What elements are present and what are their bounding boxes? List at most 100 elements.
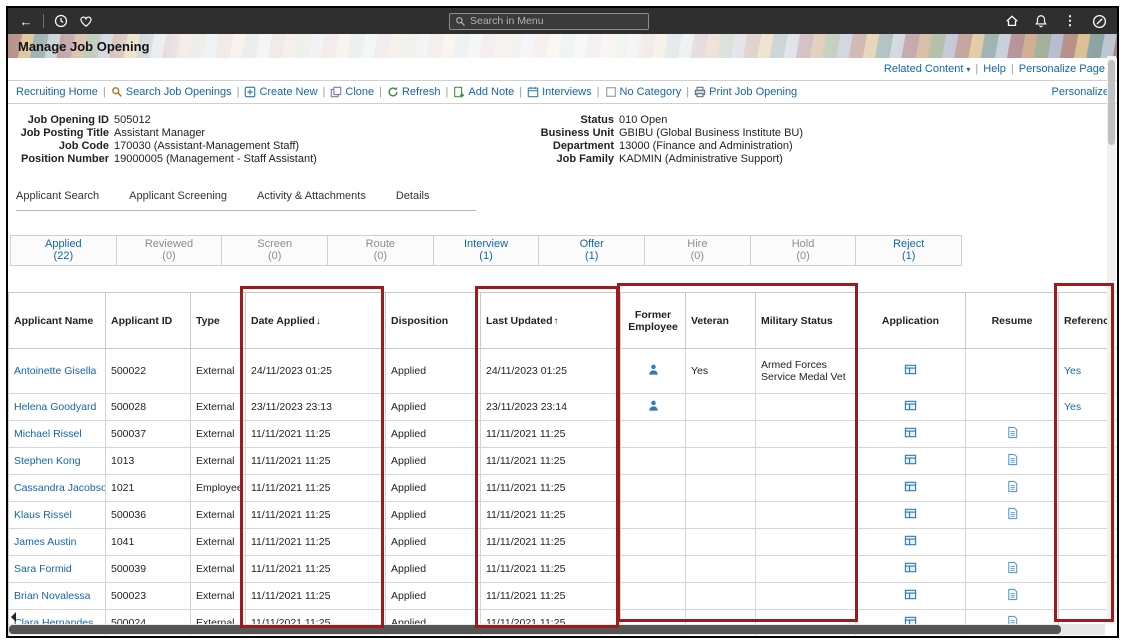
actions-kebab-icon[interactable]: ⋮: [1062, 13, 1078, 29]
military-status-cell: [756, 394, 856, 421]
resume-link[interactable]: [1006, 511, 1019, 523]
horizontal-scrollbar[interactable]: [9, 624, 1105, 635]
personalize-page-link[interactable]: Personalize Page: [1019, 63, 1105, 75]
toolbar-link-no-category[interactable]: No Category: [605, 86, 682, 98]
toolbar-link-add-note[interactable]: Add Note: [453, 86, 514, 98]
applicant-name-link[interactable]: James Austin: [14, 536, 76, 548]
application-link[interactable]: [904, 484, 917, 496]
vertical-scrollbar-thumb[interactable]: [1108, 60, 1115, 145]
applicant-name-link[interactable]: Michael Rissel: [14, 428, 82, 440]
application-link[interactable]: [904, 367, 917, 379]
separator: |: [975, 63, 978, 75]
column-header-veteran[interactable]: Veteran: [686, 293, 756, 349]
toolbar-link-interviews[interactable]: Interviews: [527, 86, 592, 98]
toolbar-links: Recruiting Home|Search Job Openings|Crea…: [16, 86, 1038, 98]
toolbar-link-search-job-openings[interactable]: Search Job Openings: [111, 86, 232, 98]
applicant-name-cell: Cassandra Jacobson: [9, 475, 106, 502]
application-link[interactable]: [904, 430, 917, 442]
global-search[interactable]: [449, 13, 649, 30]
column-header-label: Disposition: [391, 315, 448, 327]
horizontal-scrollbar-thumb[interactable]: [9, 625, 1061, 634]
column-header-former-employee[interactable]: Former Employee: [621, 293, 686, 349]
applicant-name-cell: Michael Rissel: [9, 421, 106, 448]
status-filter-offer[interactable]: Offer(1): [539, 235, 645, 266]
application-link[interactable]: [904, 511, 917, 523]
column-header-military-status[interactable]: Military Status: [756, 293, 856, 349]
toolbar-link-recruiting-home[interactable]: Recruiting Home: [16, 86, 98, 98]
toolbar-link-create-new[interactable]: Create New: [244, 86, 317, 98]
status-filter-hire[interactable]: Hire(0): [645, 235, 751, 266]
column-header-type[interactable]: Type: [191, 293, 246, 349]
related-content-link[interactable]: Related Content▾: [884, 63, 971, 75]
column-header-label: Type: [196, 315, 220, 327]
application-link[interactable]: [904, 538, 917, 550]
veteran-cell: [686, 421, 756, 448]
status-filter-reject[interactable]: Reject(1): [856, 235, 962, 266]
reference-link[interactable]: Yes: [1064, 365, 1081, 377]
tab-activity-attachments[interactable]: Activity & Attachments: [257, 190, 366, 202]
column-header-applicant-id[interactable]: Applicant ID: [106, 293, 191, 349]
personalize-link[interactable]: Personalize: [1052, 86, 1109, 98]
application-link[interactable]: [904, 457, 917, 469]
home-icon[interactable]: [1004, 13, 1020, 29]
job-detail-row: Status010 Open: [484, 114, 803, 127]
last-updated-cell: 24/11/2023 01:25: [481, 349, 621, 394]
applicant-name-link[interactable]: Helena Goodyard: [14, 401, 96, 413]
former-employee-cell: [621, 475, 686, 502]
recent-history-icon[interactable]: [53, 13, 69, 29]
applicant-name-link[interactable]: Brian Novalessa: [14, 590, 90, 602]
resume-link[interactable]: [1006, 592, 1019, 604]
application-link[interactable]: [904, 565, 917, 577]
reference-link[interactable]: Yes: [1064, 401, 1081, 413]
status-filter-route[interactable]: Route(0): [328, 235, 434, 266]
notifications-bell-icon[interactable]: [1033, 13, 1049, 29]
tab-applicant-search[interactable]: Applicant Search: [16, 190, 99, 202]
application-link[interactable]: [904, 403, 917, 415]
status-filter-label: Screen: [222, 238, 327, 250]
search-input[interactable]: [470, 15, 643, 27]
column-header-date-applied[interactable]: Date Applied↓: [246, 293, 386, 349]
scroll-left-arrow-icon[interactable]: [11, 612, 16, 622]
resume-link[interactable]: [1006, 457, 1019, 469]
column-header-applicant-name[interactable]: Applicant Name: [9, 293, 106, 349]
applicant-name-link[interactable]: Klaus Rissel: [14, 509, 72, 521]
tab-applicant-screening[interactable]: Applicant Screening: [129, 190, 227, 202]
column-header-label: Resume: [992, 315, 1033, 327]
column-header-disposition[interactable]: Disposition: [386, 293, 481, 349]
applicant-table-header-row: Applicant NameApplicant ID Type Date Appli…: [9, 293, 1118, 349]
former-employee-icon: [647, 399, 660, 412]
resume-link[interactable]: [1006, 430, 1019, 442]
resume-link[interactable]: [1006, 565, 1019, 577]
status-filter-reviewed[interactable]: Reviewed(0): [117, 235, 223, 266]
separator: |: [103, 86, 106, 98]
favorites-heart-icon[interactable]: [78, 13, 94, 29]
application-window: ← ⋮ Manage Job Opening Related Content▾ …: [6, 6, 1119, 638]
column-header-last-updated[interactable]: Last Updated↑: [481, 293, 621, 349]
status-filter-interview[interactable]: Interview(1): [434, 235, 540, 266]
help-link[interactable]: Help: [983, 63, 1006, 75]
navbar-icon[interactable]: [1091, 13, 1107, 29]
status-filter-count: (22): [11, 250, 116, 262]
applicant-name-link[interactable]: Sara Formid: [14, 563, 72, 575]
status-filter-screen[interactable]: Screen(0): [222, 235, 328, 266]
application-link[interactable]: [904, 592, 917, 604]
column-header-resume[interactable]: Resume: [966, 293, 1059, 349]
applicant-name-cell: Brian Novalessa: [9, 583, 106, 610]
column-header-application[interactable]: Application: [856, 293, 966, 349]
resume-link[interactable]: [1006, 484, 1019, 496]
status-filter-hold[interactable]: Hold(0): [751, 235, 857, 266]
tab-details[interactable]: Details: [396, 190, 430, 202]
back-icon[interactable]: ←: [18, 13, 34, 29]
applicant-name-link[interactable]: Cassandra Jacobson: [14, 482, 106, 494]
toolbar-link-refresh[interactable]: Refresh: [387, 86, 441, 98]
disposition-cell: Applied: [386, 502, 481, 529]
column-header-label: Last Updated: [486, 315, 553, 327]
status-filter-applied[interactable]: Applied(22): [10, 235, 117, 266]
applicant-name-link[interactable]: Antoinette Gisella: [14, 365, 96, 377]
toolbar-link-print-job-opening[interactable]: Print Job Opening: [694, 86, 797, 98]
page-banner: Manage Job Opening: [8, 34, 1117, 58]
applicant-table: Applicant NameApplicant ID Type Date Appli…: [8, 292, 1117, 637]
toolbar-link-clone[interactable]: Clone: [330, 86, 374, 98]
vertical-scrollbar[interactable]: [1107, 56, 1116, 623]
applicant-name-link[interactable]: Stephen Kong: [14, 455, 81, 467]
